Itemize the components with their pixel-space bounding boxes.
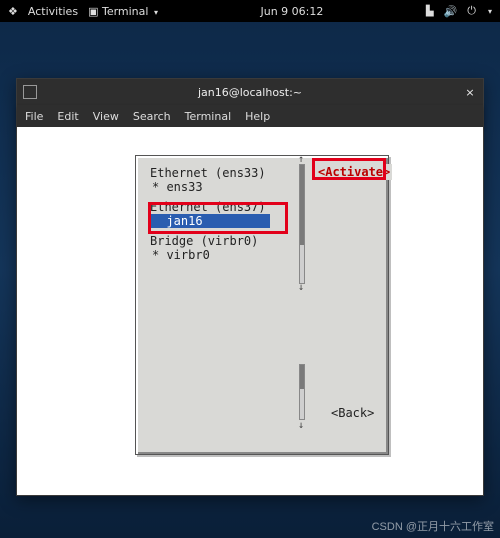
menu-terminal[interactable]: Terminal bbox=[185, 110, 232, 123]
network-icon[interactable]: ▙ bbox=[426, 6, 434, 17]
window-title: jan16@localhost:~ bbox=[37, 86, 463, 99]
window-close-button[interactable]: × bbox=[463, 86, 477, 99]
list-item-selected[interactable]: jan16 bbox=[150, 214, 270, 228]
list-group: Bridge (virbr0) * virbr0 bbox=[150, 234, 300, 262]
terminal-body[interactable]: Ethernet (ens33) * ens33 Ethernet (ens37… bbox=[17, 127, 483, 495]
list-group: Ethernet (ens33) * ens33 bbox=[150, 166, 300, 194]
current-app[interactable]: ▣ Terminal ▾ bbox=[88, 5, 158, 18]
list-group: Ethernet (ens37) jan16 bbox=[150, 200, 300, 228]
terminal-menubar: File Edit View Search Terminal Help bbox=[17, 105, 483, 127]
gnome-topbar: ❖ Activities ▣ Terminal ▾ Jun 9 06:12 ▙ … bbox=[0, 0, 500, 22]
scrollbar-thumb[interactable] bbox=[300, 365, 304, 389]
activate-button[interactable]: <Activate> bbox=[316, 164, 392, 180]
scrollbar-thumb[interactable] bbox=[300, 165, 304, 245]
group-title[interactable]: Ethernet (ens33) bbox=[150, 166, 300, 180]
group-title[interactable]: Bridge (virbr0) bbox=[150, 234, 300, 248]
os-icon: ❖ bbox=[8, 5, 18, 18]
menu-edit[interactable]: Edit bbox=[57, 110, 78, 123]
activities-button[interactable]: Activities bbox=[28, 5, 78, 18]
menu-search[interactable]: Search bbox=[133, 110, 171, 123]
list-item[interactable]: * ens33 bbox=[150, 180, 300, 194]
watermark: CSDN @正月十六工作室 bbox=[372, 518, 494, 534]
window-titlebar[interactable]: jan16@localhost:~ × bbox=[17, 79, 483, 105]
back-button[interactable]: <Back> bbox=[331, 406, 374, 420]
group-title[interactable]: Ethernet (ens37) bbox=[150, 200, 300, 214]
scroll-down-icon: ↓ bbox=[298, 282, 304, 293]
app-label: Terminal bbox=[102, 5, 149, 18]
scroll-down-icon: ↓ bbox=[298, 420, 304, 431]
clock[interactable]: Jun 9 06:12 bbox=[158, 5, 426, 18]
terminal-app-icon bbox=[23, 85, 37, 99]
terminal-window: jan16@localhost:~ × File Edit View Searc… bbox=[16, 78, 484, 496]
connection-list[interactable]: Ethernet (ens33) * ens33 Ethernet (ens37… bbox=[150, 166, 300, 268]
panel-scrollbar[interactable] bbox=[299, 364, 305, 420]
menu-view[interactable]: View bbox=[93, 110, 119, 123]
nmtui-panel: Ethernet (ens33) * ens33 Ethernet (ens37… bbox=[135, 155, 389, 455]
menu-help[interactable]: Help bbox=[245, 110, 270, 123]
terminal-icon: ▣ bbox=[88, 5, 98, 18]
menu-file[interactable]: File bbox=[25, 110, 43, 123]
volume-icon[interactable]: 🔊 bbox=[444, 5, 458, 18]
list-item[interactable]: * virbr0 bbox=[150, 248, 300, 262]
list-scrollbar[interactable] bbox=[299, 164, 305, 284]
power-icon[interactable]: ⏻ bbox=[467, 4, 476, 18]
chevron-down-icon: ▾ bbox=[488, 7, 492, 16]
